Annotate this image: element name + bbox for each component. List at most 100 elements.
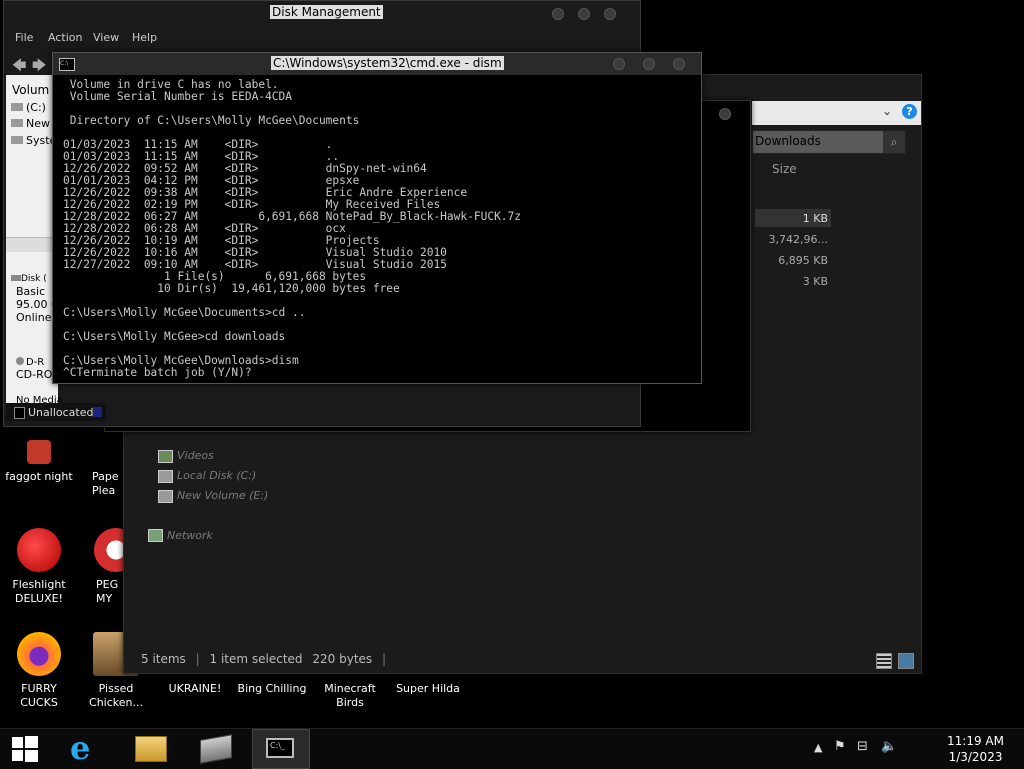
desktop-icon-bing-chilling[interactable]: Bing Chilling	[235, 682, 309, 696]
folder-icon	[135, 736, 167, 762]
console-line: C:\Users\Molly McGee>cd downloads	[63, 330, 286, 343]
legend-bar: Unallocated	[6, 403, 106, 421]
clock-time: 11:19 AM	[947, 734, 1004, 748]
desktop-icon-label: Super Hilda	[396, 682, 460, 695]
volume-row[interactable]: (C:)	[11, 101, 46, 114]
menu-view[interactable]: View	[93, 31, 119, 44]
close-button[interactable]	[673, 58, 685, 70]
details-view-icon[interactable]	[876, 653, 892, 669]
cmd-window[interactable]: C:\ C:\Windows\system32\cmd.exe - dism V…	[52, 52, 702, 384]
menu-help[interactable]: Help	[132, 31, 157, 44]
console-line: Directory of C:\Users\Molly McGee\Docume…	[69, 114, 360, 127]
videos-folder-icon	[158, 450, 173, 463]
close-button[interactable]	[604, 8, 616, 20]
network-icon	[148, 529, 163, 542]
tray-overflow-chevron-icon[interactable]: ▲	[814, 741, 822, 754]
drive-icon	[11, 103, 23, 111]
desktop-icon-super-hilda[interactable]: Super Hilda	[391, 682, 465, 696]
menu-file[interactable]: File	[15, 31, 33, 44]
minimize-button[interactable]	[613, 58, 625, 70]
chevron-down-icon[interactable]: ⌄	[882, 104, 892, 118]
size-cell: 3 KB	[802, 275, 828, 288]
server-manager-icon	[200, 734, 232, 764]
size-cell: 3,742,96...	[768, 233, 828, 246]
desktop-icon-label: Pissed Chicken...	[89, 682, 143, 709]
cdrom-label[interactable]: D-R	[16, 355, 44, 368]
help-icon[interactable]: ?	[902, 104, 917, 119]
column-header-volume[interactable]: Volum	[12, 83, 49, 97]
search-input[interactable]: Downloads ⌕	[752, 130, 906, 154]
minimize-button[interactable]	[552, 8, 564, 20]
primary-partition-swatch	[93, 407, 102, 417]
volume-speaker-icon[interactable]: 🔈	[881, 739, 897, 754]
size-column-header[interactable]: Size	[772, 162, 797, 176]
drive-icon	[158, 490, 173, 503]
console-line: C:\Users\Molly McGee\Documents>cd ..	[63, 306, 306, 319]
nav-item-new-volume[interactable]: New Volume (E:)	[177, 489, 268, 502]
clock-date: 1/3/2023	[948, 750, 1003, 764]
desktop-icon-label: Fleshlight DELUXE!	[12, 578, 66, 605]
desktop-icon-label: Minecraft Birds	[324, 682, 376, 709]
taskbar-internet-explorer[interactable]: e	[58, 729, 116, 769]
status-size: 220 bytes	[312, 652, 373, 666]
tiles-view-icon[interactable]	[898, 653, 914, 669]
maximize-button[interactable]	[578, 8, 590, 20]
horizontal-scrollbar[interactable]	[6, 237, 58, 252]
disk-management-titlebar[interactable]: Disk Management	[4, 1, 640, 25]
start-button[interactable]	[0, 729, 58, 769]
maximize-button[interactable]	[643, 58, 655, 70]
desktop-icon-minecraft-birds[interactable]: Minecraft Birds	[313, 682, 387, 710]
status-bar: 5 items | 1 item selected 220 bytes |	[141, 652, 387, 666]
console-line: ^CTerminate batch job (Y/N)?	[63, 366, 252, 379]
desktop-icon-furry-cucks[interactable]: FURRY CUCKS	[2, 632, 76, 710]
action-center-flag-icon[interactable]: ⚑	[834, 739, 846, 754]
status-selected: 1 item selected	[209, 652, 303, 666]
disk-0-status: Online	[16, 311, 52, 324]
desktop-icon-label: UKRAINE!	[168, 682, 222, 695]
drive-icon	[11, 119, 23, 127]
taskbar-server-manager[interactable]	[188, 729, 246, 769]
cdrom-icon	[16, 357, 24, 365]
nav-item-videos[interactable]: Videos	[177, 449, 214, 462]
taskbar-file-explorer[interactable]	[122, 729, 180, 769]
desktop-icon-ukraine[interactable]: UKRAINE!	[158, 682, 232, 696]
console-output[interactable]: Volume in drive C has no label. Volume S…	[63, 79, 521, 379]
desktop-icon-faggot-night[interactable]: faggot night	[2, 440, 76, 484]
console-line: Volume Serial Number is EEDA-4CDA	[69, 90, 293, 103]
taskbar: e C:\_ ▲ ⚑ ⊟ 🔈 11:19 AM 1/3/2023	[0, 728, 1024, 769]
desktop-icon-label: FURRY CUCKS	[20, 682, 58, 709]
taskbar-cmd-active[interactable]: C:\_	[252, 729, 310, 769]
volume-list-pane: Volum (C:) New Syste Disk ( Basic 95.00 …	[6, 75, 63, 421]
drive-icon	[158, 470, 173, 483]
search-placeholder: Downloads	[755, 134, 821, 148]
close-button[interactable]	[719, 108, 731, 120]
system-clock[interactable]: 11:19 AM 1/3/2023	[947, 733, 1004, 765]
legend-unallocated-label: Unallocated	[28, 406, 94, 419]
volume-row[interactable]: New	[11, 117, 50, 130]
status-item-count: 5 items	[141, 652, 186, 666]
menu-action[interactable]: Action	[48, 31, 82, 44]
disk-icon	[11, 275, 21, 281]
volume-row[interactable]: Syste	[11, 134, 56, 147]
unallocated-swatch	[14, 407, 25, 419]
cmd-titlebar[interactable]: C:\ C:\Windows\system32\cmd.exe - dism	[53, 53, 701, 75]
search-icon[interactable]: ⌕	[883, 131, 905, 153]
nav-item-local-disk[interactable]: Local Disk (C:)	[177, 469, 256, 482]
disk-0-label[interactable]: Disk (	[11, 271, 47, 284]
window-title: Disk Management	[270, 5, 383, 19]
console-line: 10 Dir(s) 19,461,120,000 bytes free	[157, 282, 400, 295]
size-cell: 6,895 KB	[778, 254, 828, 267]
cmd-icon: C:\	[59, 58, 75, 71]
explorer-ribbon-strip: ⌄ ?	[752, 101, 921, 125]
network-status-icon[interactable]: ⊟	[857, 739, 868, 754]
app-icon	[27, 440, 51, 464]
cmd-icon: C:\_	[266, 738, 294, 758]
nav-item-network[interactable]: Network	[167, 529, 213, 542]
internet-explorer-icon: e	[70, 729, 91, 767]
windows-logo-icon	[12, 736, 38, 762]
size-cell: 1 KB	[802, 212, 828, 225]
disk-0-type: Basic	[16, 285, 46, 298]
desktop-icon-fleshlight[interactable]: Fleshlight DELUXE!	[2, 528, 76, 606]
drive-icon	[11, 136, 23, 144]
desktop-icon-label: Bing Chilling	[237, 682, 307, 695]
